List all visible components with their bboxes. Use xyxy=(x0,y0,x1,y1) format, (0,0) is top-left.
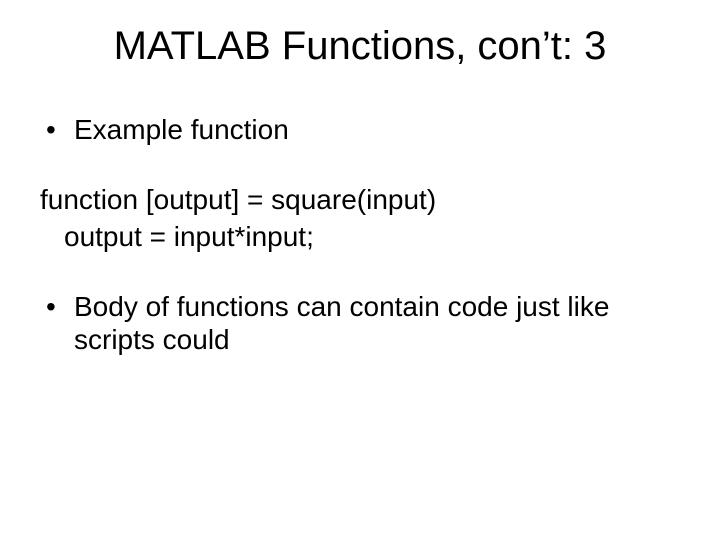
code-line: output = input*input; xyxy=(40,220,680,254)
slide-title: MATLAB Functions, con’t: 3 xyxy=(40,24,680,69)
bullet-item: Example function xyxy=(40,113,680,147)
slide-body: Example function function [output] = squ… xyxy=(40,113,680,357)
code-block: function [output] = square(input) output… xyxy=(40,183,680,254)
bullet-list: Example function xyxy=(40,113,680,147)
slide: MATLAB Functions, con’t: 3 Example funct… xyxy=(0,0,720,540)
code-line: function [output] = square(input) xyxy=(40,183,680,217)
bullet-list: Body of functions can contain code just … xyxy=(40,290,680,357)
bullet-item: Body of functions can contain code just … xyxy=(40,290,680,357)
